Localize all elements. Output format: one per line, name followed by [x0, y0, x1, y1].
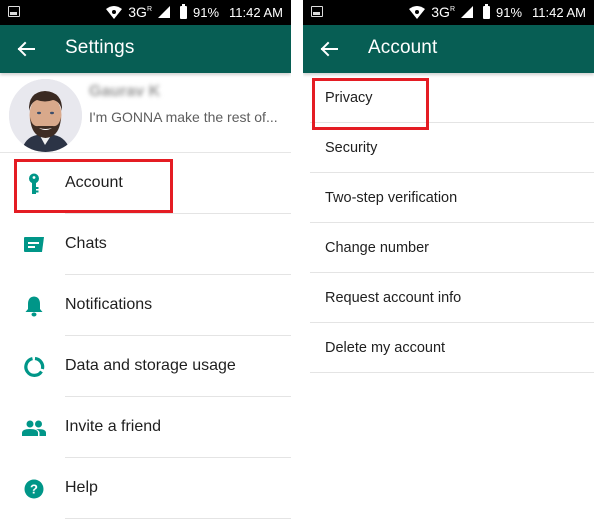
settings-item-account[interactable]: Account: [0, 153, 291, 214]
settings-item-data-storage[interactable]: Data and storage usage: [0, 336, 291, 397]
chat-icon: [22, 233, 46, 257]
avatar[interactable]: [9, 79, 82, 152]
wifi-icon: [106, 5, 123, 19]
people-icon: [22, 416, 46, 440]
clock: 11:42 AM: [532, 4, 586, 20]
settings-item-label: Data and storage usage: [65, 357, 236, 374]
account-item-security[interactable]: Security: [310, 123, 594, 173]
account-item-change-number[interactable]: Change number: [310, 223, 594, 273]
battery-icon: [180, 3, 187, 19]
help-icon: ?: [22, 477, 46, 501]
settings-item-label: Notifications: [65, 296, 153, 313]
profile-row[interactable]: Gaurav K I'm GONNA make the rest of...: [0, 73, 291, 153]
settings-item-notifications[interactable]: Notifications: [0, 275, 291, 336]
account-list: Privacy Security Two-step verification C…: [303, 73, 594, 373]
settings-item-label: Chats: [65, 235, 107, 252]
account-screen: 3GR 91% 11:42 AM Account Privacy Securit…: [303, 0, 594, 528]
settings-item-label: Account: [65, 174, 123, 191]
account-item-label: Delete my account: [325, 340, 446, 356]
account-item-label: Two-step verification: [325, 190, 458, 206]
data-usage-icon: [22, 355, 46, 379]
divider: [65, 518, 291, 519]
account-item-label: Change number: [325, 240, 429, 256]
arrow-left-icon[interactable]: [16, 39, 36, 59]
settings-list: Account Chats Notifications Data and sto…: [0, 153, 291, 519]
image-notification-icon: [311, 6, 323, 17]
network-type: 3GR: [431, 4, 455, 20]
account-item-label: Request account info: [325, 290, 462, 306]
settings-screen: 3GR 91% 11:42 AM Settings Gaurav K I'm G…: [0, 0, 291, 528]
profile-status: I'm GONNA make the rest of...: [89, 109, 278, 125]
settings-item-invite[interactable]: Invite a friend: [0, 397, 291, 458]
image-notification-icon: [8, 6, 20, 17]
account-item-privacy[interactable]: Privacy: [310, 73, 594, 123]
settings-item-label: Invite a friend: [65, 418, 162, 435]
app-bar: Settings: [0, 25, 291, 73]
arrow-left-icon[interactable]: [319, 39, 339, 59]
signal-icon: [461, 6, 473, 18]
battery-icon: [483, 3, 490, 19]
account-item-two-step[interactable]: Two-step verification: [310, 173, 594, 223]
page-title: Settings: [65, 37, 135, 58]
clock: 11:42 AM: [229, 4, 283, 20]
wifi-icon: [409, 5, 426, 19]
battery-level: 91%: [193, 4, 220, 20]
battery-level: 91%: [496, 4, 523, 20]
key-icon: [22, 172, 46, 196]
network-type: 3GR: [128, 4, 152, 20]
status-bar: 3GR 91% 11:42 AM: [0, 0, 291, 25]
bell-icon: [22, 294, 46, 318]
app-bar: Account: [303, 25, 594, 73]
status-bar: 3GR 91% 11:42 AM: [303, 0, 594, 25]
signal-icon: [158, 6, 170, 18]
account-item-delete[interactable]: Delete my account: [310, 323, 594, 373]
settings-item-chats[interactable]: Chats: [0, 214, 291, 275]
settings-item-help[interactable]: ? Help: [0, 458, 291, 519]
account-item-request-info[interactable]: Request account info: [310, 273, 594, 323]
profile-name: Gaurav K: [89, 83, 161, 100]
account-item-label: Privacy: [325, 90, 373, 106]
svg-text:?: ?: [30, 482, 38, 497]
settings-item-label: Help: [65, 479, 98, 496]
divider: [310, 372, 594, 373]
account-item-label: Security: [325, 140, 378, 156]
page-title: Account: [368, 37, 438, 58]
